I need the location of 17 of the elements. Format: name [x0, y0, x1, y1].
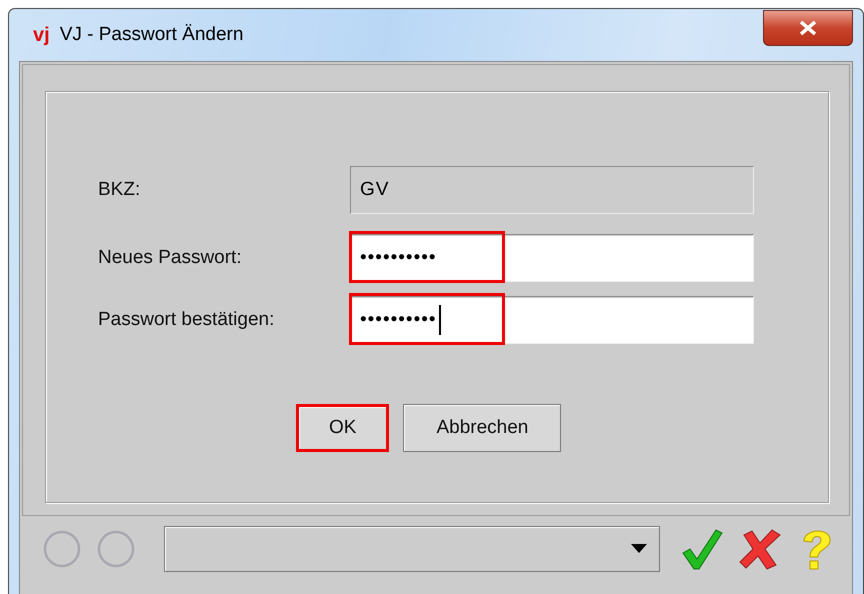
- input-field[interactable]: ••••••••••: [350, 296, 754, 344]
- status-light-icon: [42, 529, 82, 569]
- cancel-button[interactable]: Abbrechen: [403, 404, 562, 452]
- dropdown-arrow-icon: [631, 544, 647, 554]
- window-title: VJ - Passwort Ändern: [60, 24, 244, 46]
- field-label: BKZ:: [98, 179, 142, 201]
- status-light-icon: [96, 529, 136, 569]
- close-icon: [797, 20, 819, 36]
- field-label: Passwort bestätigen:: [98, 309, 276, 331]
- app-logo: vj: [33, 24, 50, 46]
- input-field[interactable]: ••••••••••: [350, 234, 754, 282]
- close-button[interactable]: [763, 10, 853, 46]
- field-label: Neues Passwort:: [98, 247, 243, 269]
- dropdown-field[interactable]: [164, 526, 660, 572]
- cross-icon[interactable]: [738, 527, 782, 571]
- checkmark-icon[interactable]: [680, 527, 724, 571]
- ok-button[interactable]: OK: [296, 404, 390, 452]
